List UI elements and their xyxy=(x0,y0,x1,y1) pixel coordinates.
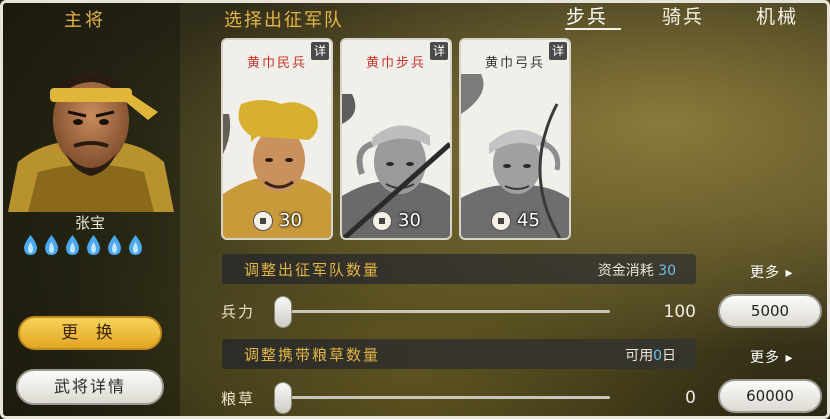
unit-cost-value: 30 xyxy=(398,210,421,231)
unit-detail-button[interactable]: 详 xyxy=(430,42,448,60)
triangle-right-icon: ▸ xyxy=(785,350,794,366)
unit-cost: 30 xyxy=(253,210,302,231)
unit-card-infantry[interactable]: 黄巾步兵 详 30 xyxy=(340,38,452,240)
cost-consumption: 资金消耗 30 xyxy=(598,260,676,280)
coin-icon xyxy=(372,210,392,231)
blue-flame-icon xyxy=(24,235,37,255)
active-tab-underline xyxy=(565,28,621,30)
supplies-slider-thumb[interactable] xyxy=(274,382,292,414)
cost-label: 资金消耗 xyxy=(597,263,654,279)
troops-row-label: 兵力 xyxy=(221,303,256,321)
general-title: 主将 xyxy=(64,10,106,31)
supplies-slider-value: 0 xyxy=(685,388,696,408)
troops-header-band: 调整出征军队数量 资金消耗 30 xyxy=(222,254,696,284)
coin-icon xyxy=(253,210,273,231)
tab-infantry[interactable]: 步兵 xyxy=(566,2,608,29)
troops-slider-value: 100 xyxy=(663,302,696,322)
unit-cost: 30 xyxy=(372,210,421,231)
supplies-header-band: 调整携带粮草数量 可用0日 xyxy=(222,339,696,369)
supplies-row-label: 粮草 xyxy=(221,390,256,408)
available-days: 可用0日 xyxy=(625,345,676,365)
general-details-button[interactable]: 武将详情 xyxy=(16,369,164,405)
troops-band-label: 调整出征军队数量 xyxy=(244,261,381,279)
unit-cost-value: 45 xyxy=(517,210,540,231)
troops-slider-track[interactable] xyxy=(276,310,610,313)
tab-cavalry[interactable]: 骑兵 xyxy=(662,2,704,29)
avail-value: 0 xyxy=(653,348,662,364)
triangle-right-icon: ▸ xyxy=(785,265,794,281)
unit-cost: 45 xyxy=(491,210,540,231)
unit-detail-button[interactable]: 详 xyxy=(549,42,567,60)
supplies-more-button[interactable]: 更多 ▸ xyxy=(750,347,793,367)
blue-flame-icon xyxy=(129,235,142,255)
general-panel: 主将 张宝 更 换 武将详情 xyxy=(0,0,180,419)
unit-card-militia[interactable]: 黄巾民兵 详 30 xyxy=(221,38,333,240)
supplies-max-button[interactable]: 60000 xyxy=(718,379,822,413)
supplies-slider-track[interactable] xyxy=(276,396,610,399)
supplies-band-label: 调整携带粮草数量 xyxy=(244,346,381,364)
troops-more-button[interactable]: 更多 ▸ xyxy=(750,262,793,282)
change-general-button[interactable]: 更 换 xyxy=(18,316,162,350)
select-army-title: 选择出征军队 xyxy=(224,10,344,31)
troops-max-button[interactable]: 5000 xyxy=(718,294,822,328)
blue-flame-icon xyxy=(87,235,100,255)
unit-detail-button[interactable]: 详 xyxy=(311,42,329,60)
general-portrait[interactable] xyxy=(8,42,174,212)
cost-value: 30 xyxy=(658,263,676,279)
avail-prefix: 可用 xyxy=(625,348,654,364)
tab-siege[interactable]: 机械 xyxy=(756,2,798,29)
unit-card-archer[interactable]: 黄巾弓兵 详 45 xyxy=(459,38,571,240)
more-label: 更多 xyxy=(750,265,780,281)
general-rank-flames xyxy=(22,234,144,256)
troops-slider-thumb[interactable] xyxy=(274,296,292,328)
blue-flame-icon xyxy=(66,235,79,255)
blue-flame-icon xyxy=(45,235,58,255)
more-label: 更多 xyxy=(750,350,780,366)
avail-suffix: 日 xyxy=(662,348,676,364)
unit-cost-value: 30 xyxy=(279,210,302,231)
blue-flame-icon xyxy=(108,235,121,255)
coin-icon xyxy=(491,210,511,231)
general-name: 张宝 xyxy=(74,214,105,232)
